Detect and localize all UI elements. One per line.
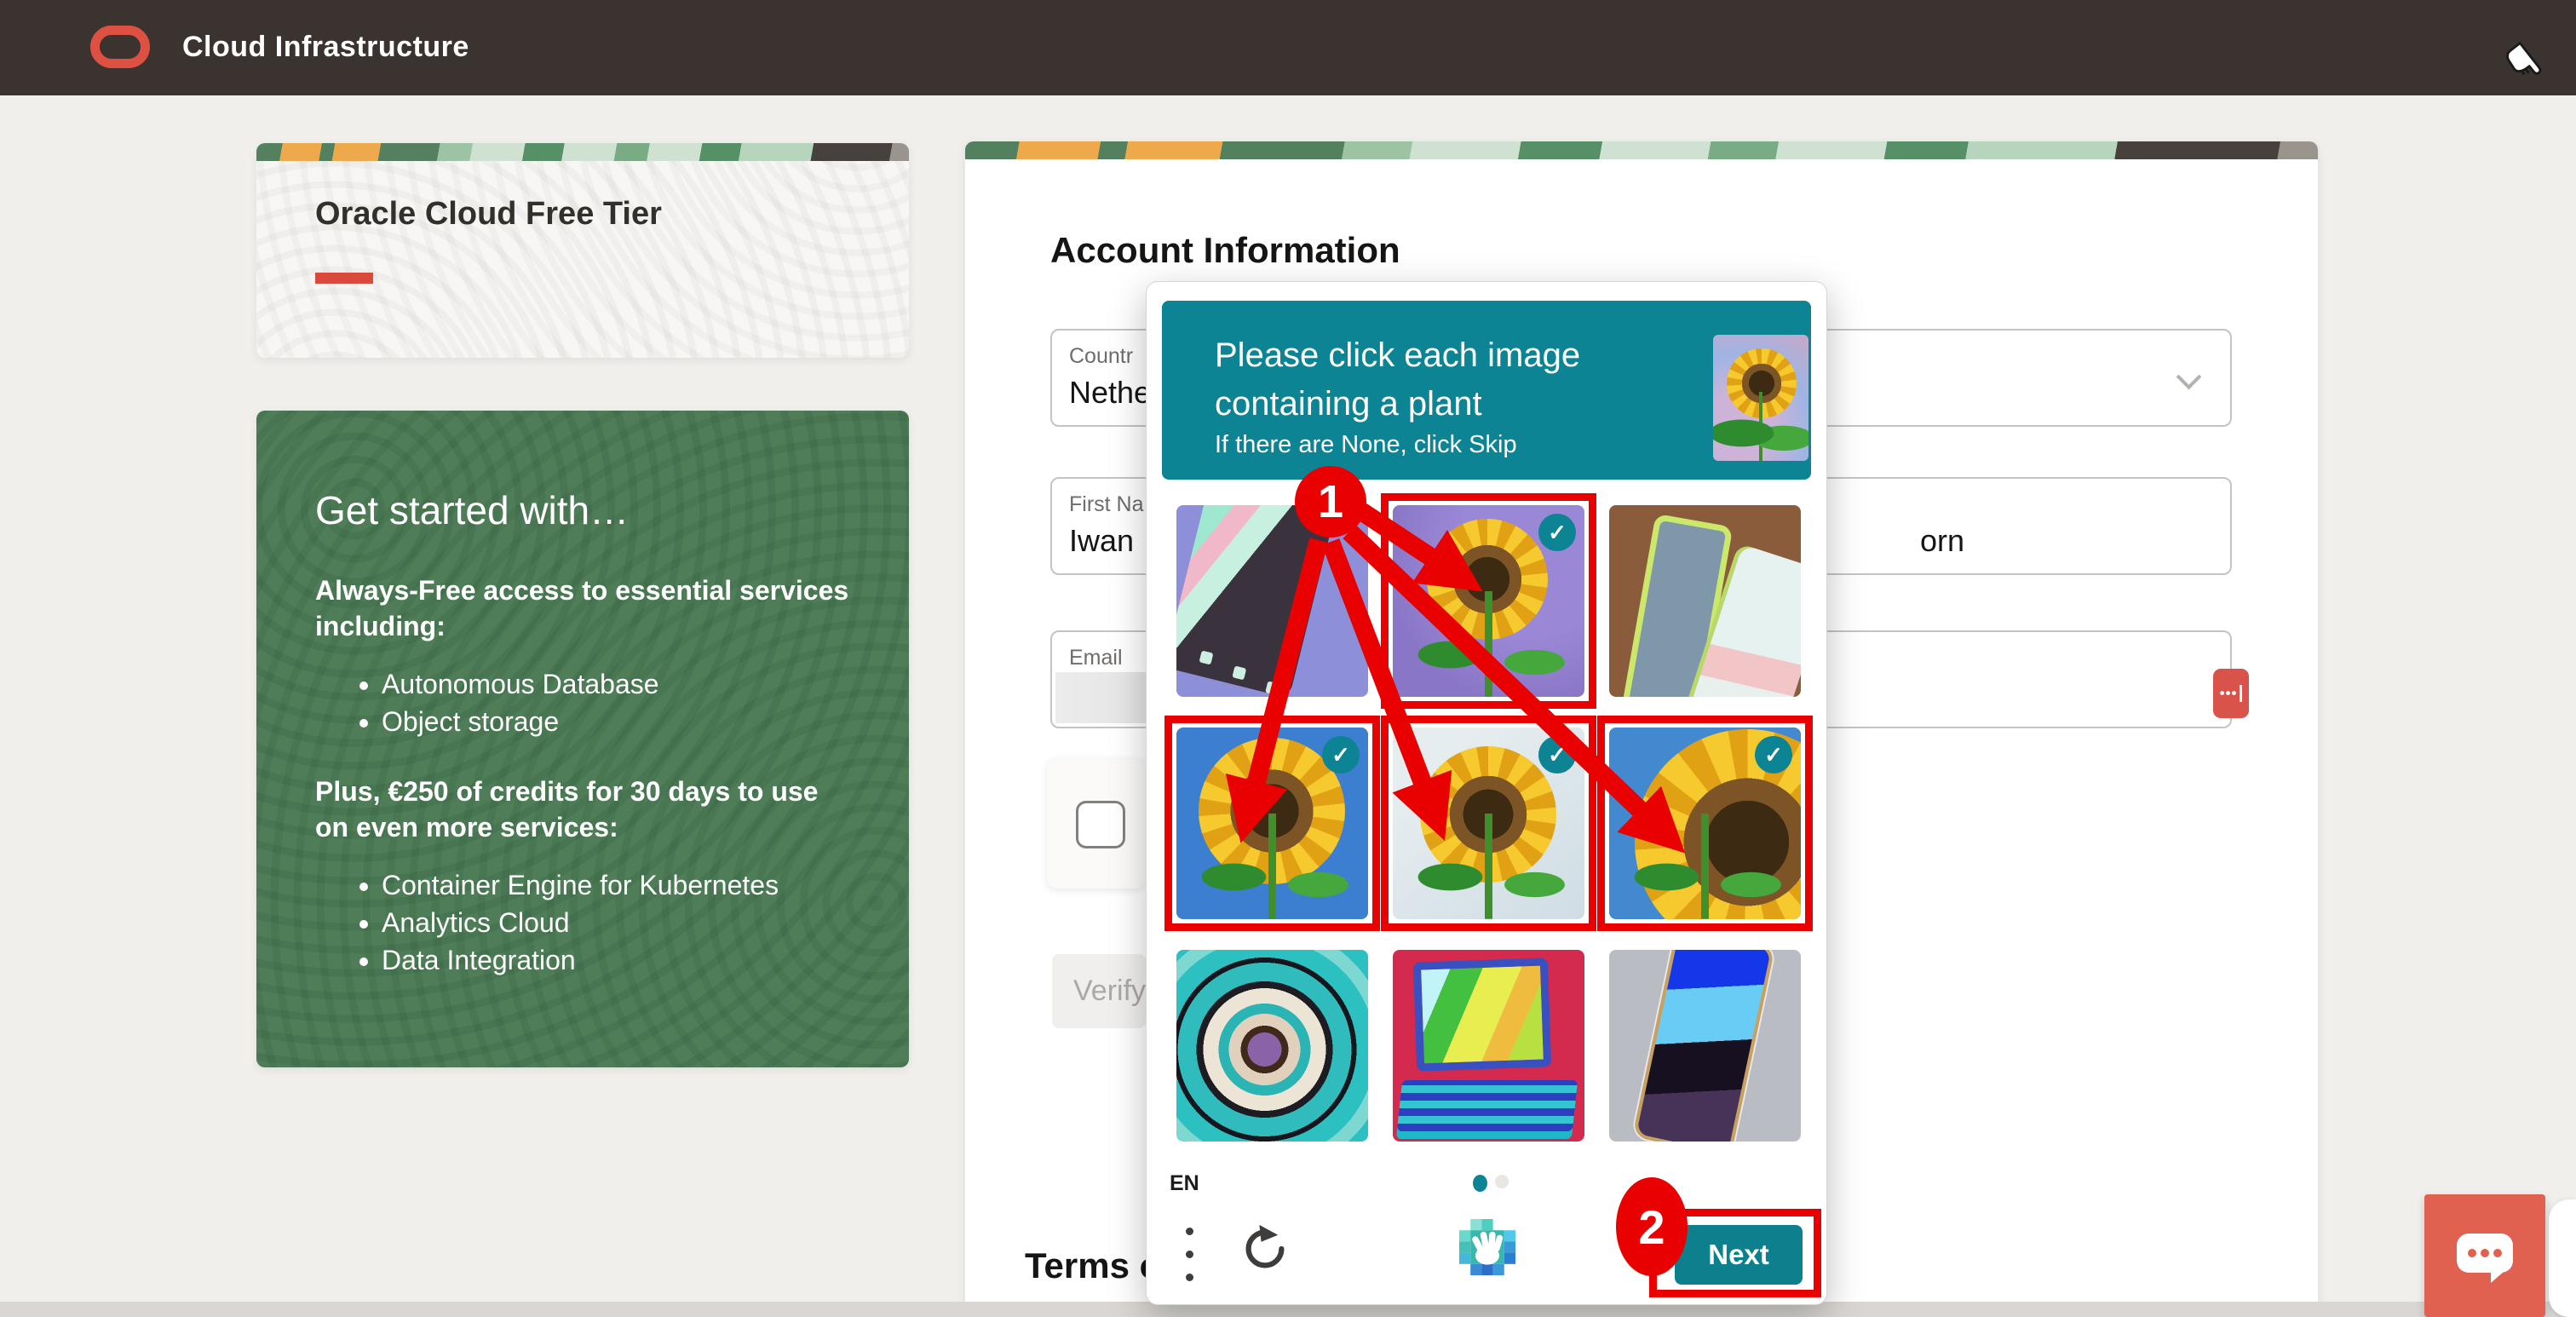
verify-label: Verify: [1073, 975, 1146, 1008]
captcha-skip-hint: If there are None, click Skip: [1215, 431, 1517, 459]
side-panel-blob: [2549, 1199, 2576, 1317]
captcha-tile-laptop[interactable]: [1393, 950, 1584, 1142]
annotation-step-2-badge: 2: [1616, 1177, 1688, 1276]
kebab-menu-icon[interactable]: [1186, 1228, 1194, 1282]
list-item: Data Integration: [382, 942, 858, 978]
laptop-image: [1393, 950, 1584, 1142]
captcha-tile-sunflower-closeup[interactable]: ✓: [1609, 728, 1801, 919]
captcha-example-image: [1713, 335, 1808, 461]
decorative-band: [965, 141, 2318, 159]
password-manager-icon[interactable]: •••: [2213, 669, 2249, 718]
promo-list-1: Autonomous Database Object storage: [315, 666, 858, 739]
first-name-value: Iwan: [1069, 523, 1134, 559]
captcha-tile-sunflower-blue[interactable]: ✓: [1176, 728, 1368, 919]
pager-dot-active: [1473, 1175, 1487, 1192]
first-name-label: First Na: [1069, 492, 1144, 517]
annotation-box: [1597, 716, 1813, 931]
promo-paragraph-2: Plus, €250 of credits for 30 days to use…: [315, 774, 858, 845]
list-item: Container Engine for Kubernetes: [382, 867, 858, 903]
captcha-tile-phone-gradient[interactable]: [1609, 950, 1801, 1142]
decorative-band: [256, 143, 909, 161]
captcha-prompt-header: Please click each image containing a pla…: [1162, 301, 1811, 480]
pager-dot-idle: [1495, 1175, 1509, 1188]
free-tier-card: Oracle Cloud Free Tier: [256, 143, 909, 358]
hcaptcha-popup: Please click each image containing a pla…: [1146, 281, 1827, 1305]
phones-brown-image: [1609, 505, 1801, 697]
hand-cursor-icon: [2506, 41, 2550, 95]
language-selector[interactable]: EN: [1170, 1171, 1199, 1196]
red-underline: [315, 273, 373, 284]
captcha-prompt-title: Please click each image containing a pla…: [1215, 331, 1580, 428]
country-label: Countr: [1069, 344, 1133, 369]
list-item: Object storage: [382, 704, 858, 739]
promo-list-2: Container Engine for Kubernetes Analytic…: [315, 867, 858, 978]
phone-gradient-image: [1609, 950, 1801, 1142]
terms-heading: Terms o: [1025, 1245, 1161, 1286]
checkbox-tooltip: [1047, 759, 1146, 889]
promo-card: Get started with… Always-Free access to …: [256, 411, 909, 1067]
promo-heading: Get started with…: [315, 487, 858, 533]
terms-checkbox[interactable]: [1076, 801, 1125, 848]
oracle-logo-icon: [90, 26, 150, 68]
lens-image: [1176, 950, 1368, 1142]
chevron-down-icon: [2176, 365, 2202, 390]
chat-bubble-tail: [2491, 1271, 2504, 1283]
annotation-step-1-badge: 1: [1295, 466, 1366, 538]
email-label: Email: [1069, 646, 1123, 670]
captcha-tile-phones-brown[interactable]: [1609, 505, 1801, 697]
top-bar: Cloud Infrastructure: [0, 0, 2576, 95]
free-tier-title: Oracle Cloud Free Tier: [315, 196, 662, 233]
promo-paragraph-1: Always-Free access to essential services…: [315, 572, 858, 644]
annotation-box: [1381, 716, 1596, 931]
last-name-value: orn: [1920, 523, 1964, 559]
brand-title: Cloud Infrastructure: [182, 31, 469, 64]
chat-bubble-icon: [2457, 1234, 2513, 1273]
account-information-heading: Account Information: [1050, 230, 1400, 271]
annotation-box: [1381, 493, 1596, 709]
annotation-box: [1164, 716, 1380, 931]
reload-icon[interactable]: [1239, 1222, 1291, 1280]
captcha-image-grid: ✓✓✓✓: [1176, 505, 1801, 1142]
list-item: Analytics Cloud: [382, 905, 858, 940]
chat-button[interactable]: [2424, 1194, 2545, 1317]
captcha-tile-sunflower-purple[interactable]: ✓: [1393, 505, 1584, 697]
list-item: Autonomous Database: [382, 666, 858, 702]
country-value: Nethe: [1069, 375, 1151, 411]
captcha-tile-sunflower-pale[interactable]: ✓: [1393, 728, 1584, 919]
hcaptcha-logo-icon: [1459, 1219, 1515, 1280]
verify-button[interactable]: Verify: [1052, 954, 1146, 1028]
captcha-tile-lens[interactable]: [1176, 950, 1368, 1142]
